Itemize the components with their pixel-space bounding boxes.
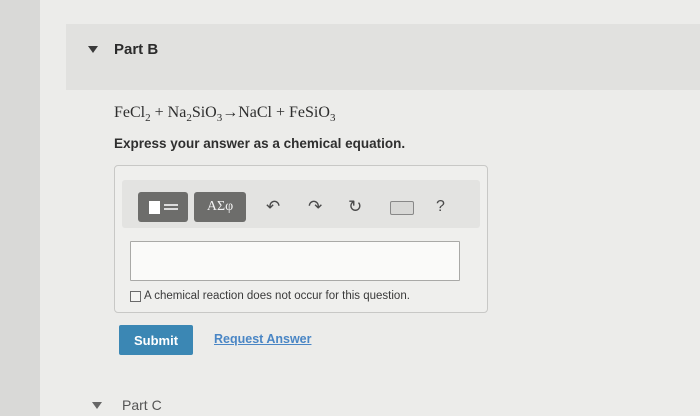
no-reaction-checkbox[interactable] bbox=[130, 290, 141, 302]
templates-button[interactable] bbox=[138, 192, 188, 222]
undo-icon[interactable]: ↶ bbox=[266, 197, 280, 217]
part-b-title: Part B bbox=[114, 41, 159, 58]
chevron-down-icon[interactable] bbox=[88, 46, 98, 53]
chevron-down-icon[interactable] bbox=[92, 402, 102, 409]
question-instruction: Express your answer as a chemical equati… bbox=[114, 136, 406, 151]
reactant-1: FeCl2 bbox=[114, 104, 151, 125]
template-lines-icon bbox=[163, 204, 178, 210]
reset-icon[interactable]: ↻ bbox=[348, 197, 362, 217]
help-icon[interactable]: ? bbox=[436, 197, 445, 217]
reactant-2: Na2SiO3 bbox=[167, 104, 223, 125]
symbols-button[interactable]: ΑΣφ bbox=[194, 192, 246, 222]
product-2: FeSiO3 bbox=[289, 104, 336, 125]
template-box-icon bbox=[148, 200, 160, 214]
request-answer-link[interactable]: Request Answer bbox=[214, 332, 311, 346]
redo-icon[interactable]: ↷ bbox=[308, 197, 322, 217]
no-reaction-label: A chemical reaction does not occur for t… bbox=[144, 290, 410, 302]
answer-input[interactable] bbox=[130, 241, 460, 281]
chemical-equation: FeCl2 + Na2SiO3→NaCl + FeSiO3 bbox=[114, 104, 336, 125]
product-1: NaCl bbox=[238, 104, 272, 121]
no-reaction-option[interactable]: A chemical reaction does not occur for t… bbox=[130, 290, 410, 302]
part-b-header[interactable] bbox=[66, 24, 700, 90]
submit-button[interactable]: Submit bbox=[119, 325, 193, 355]
part-c-title[interactable]: Part C bbox=[122, 397, 162, 413]
reaction-arrow: → bbox=[222, 104, 239, 121]
keyboard-icon[interactable] bbox=[390, 201, 414, 215]
